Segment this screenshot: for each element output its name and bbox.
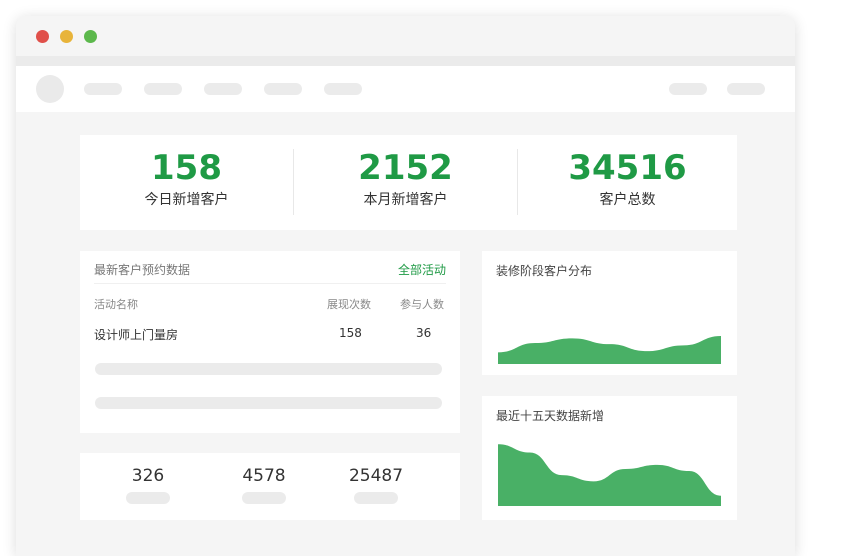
- column-header-participants[interactable]: 参与人数: [400, 296, 444, 312]
- secondary-stat-label-placeholder: [242, 492, 286, 504]
- stat-today-new: 158 今日新增客户: [80, 135, 293, 230]
- top-nav: [16, 66, 795, 112]
- reservation-table-card: 最新客户预约数据 全部活动 活动名称 展现次数 参与人数 设计师上门量房 158…: [80, 251, 460, 433]
- loading-row-placeholder: [95, 397, 442, 409]
- stat-label: 本月新增客户: [363, 192, 448, 208]
- all-activities-link[interactable]: 全部活动: [398, 261, 446, 278]
- divider: [94, 283, 446, 284]
- nav-item-placeholder[interactable]: [144, 83, 182, 95]
- secondary-stat: 25487: [336, 453, 416, 504]
- stat-total: 34516 客户总数: [518, 135, 737, 230]
- nav-item-placeholder[interactable]: [204, 83, 242, 95]
- secondary-stat-value: 4578: [242, 466, 286, 486]
- stage-distribution-chart-card: 装修阶段客户分布: [482, 251, 737, 375]
- chart-area-series: [498, 444, 721, 506]
- minimize-window-button[interactable]: [60, 30, 73, 43]
- summary-stats-card: 158 今日新增客户 2152 本月新增客户 34516 客户总数: [80, 135, 737, 230]
- nav-item-placeholder[interactable]: [264, 83, 302, 95]
- avatar[interactable]: [36, 75, 64, 103]
- participants-count: 36: [416, 326, 432, 340]
- secondary-stat: 326: [108, 453, 188, 504]
- maximize-window-button[interactable]: [84, 30, 97, 43]
- stat-month-new: 2152 本月新增客户: [294, 135, 517, 230]
- stat-value: 34516: [568, 148, 687, 188]
- stat-label: 今日新增客户: [144, 192, 229, 208]
- chart-area-series: [498, 336, 721, 364]
- secondary-stat-label-placeholder: [126, 492, 170, 504]
- activity-name: 设计师上门量房: [94, 328, 179, 342]
- secondary-stat-label-placeholder: [354, 492, 398, 504]
- stat-value: 2152: [358, 148, 453, 188]
- column-header-views[interactable]: 展现次数: [327, 296, 371, 312]
- secondary-stats-card: 326 4578 25487: [80, 453, 460, 520]
- stage-distribution-chart: [498, 336, 721, 364]
- secondary-stat: 4578: [224, 453, 304, 504]
- nav-item-placeholder[interactable]: [84, 83, 122, 95]
- secondary-stat-value: 326: [131, 466, 165, 486]
- recent-15-days-chart-card: 最近十五天数据新增: [482, 396, 737, 520]
- browser-window: 158 今日新增客户 2152 本月新增客户 34516 客户总数 最新客户预约…: [16, 16, 795, 556]
- views-count: 158: [339, 326, 362, 340]
- dashboard-content: 158 今日新增客户 2152 本月新增客户 34516 客户总数 最新客户预约…: [16, 112, 795, 556]
- column-header-activity[interactable]: 活动名称: [94, 296, 138, 312]
- loading-row-placeholder: [95, 363, 442, 375]
- secondary-stat-value: 25487: [348, 466, 404, 486]
- title-bar-divider: [16, 56, 795, 66]
- recent-15-days-chart: [498, 444, 721, 506]
- nav-action-placeholder[interactable]: [669, 83, 707, 95]
- close-window-button[interactable]: [36, 30, 49, 43]
- stat-value: 158: [151, 148, 222, 188]
- stat-label: 客户总数: [599, 192, 656, 208]
- title-bar: [16, 16, 795, 56]
- card-title: 最新客户预约数据: [94, 263, 191, 277]
- nav-action-placeholder[interactable]: [727, 83, 765, 95]
- nav-item-placeholder[interactable]: [324, 83, 362, 95]
